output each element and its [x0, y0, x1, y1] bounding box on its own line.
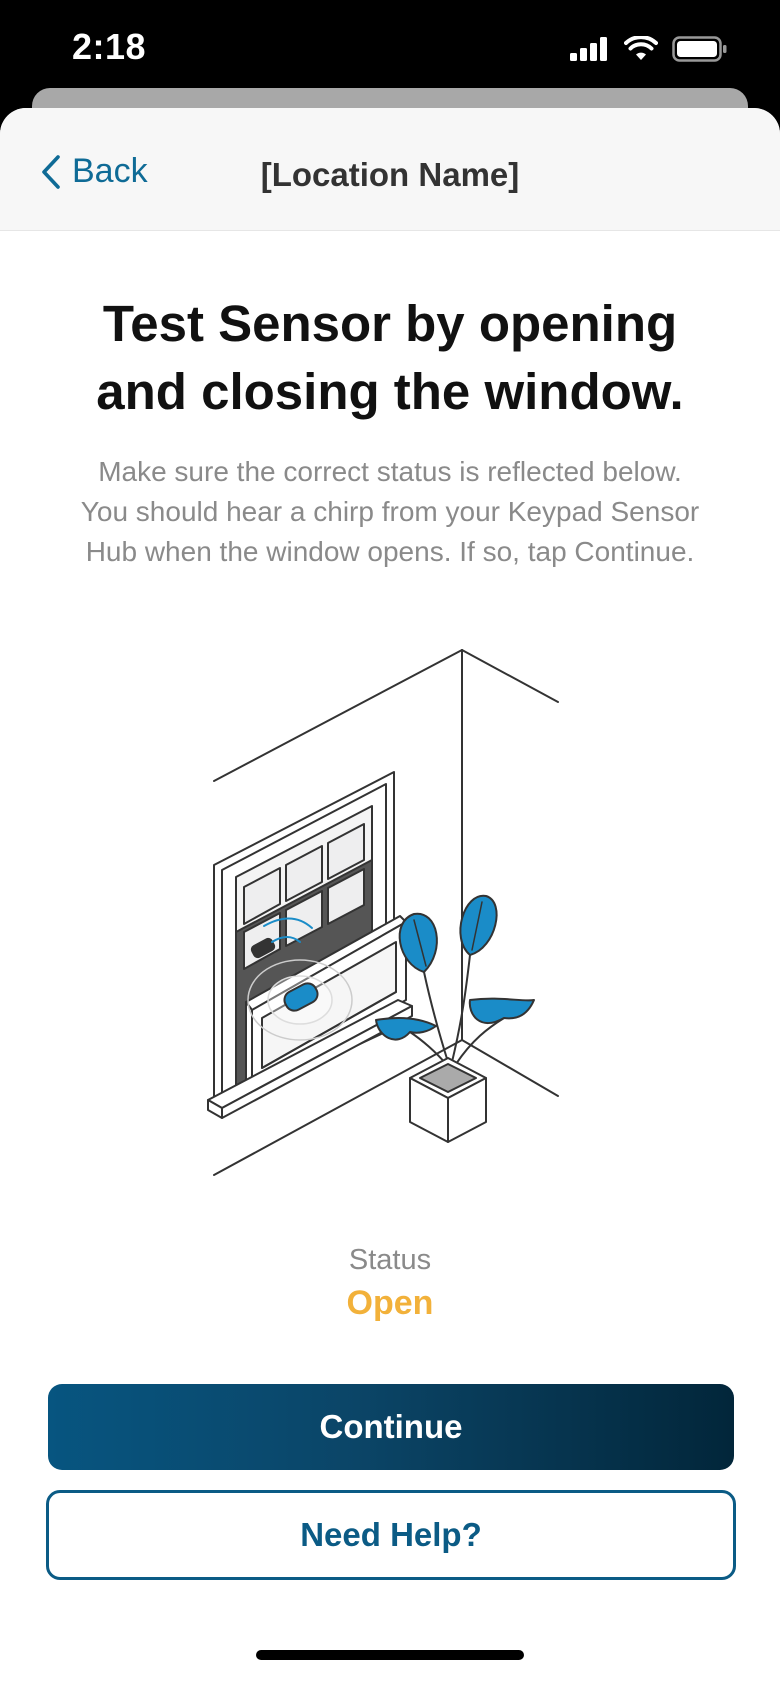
status-icons	[570, 36, 728, 62]
home-indicator	[256, 1650, 524, 1660]
window-illustration	[207, 771, 413, 1119]
battery-icon	[672, 36, 727, 62]
heading-line-1: Test Sensor by opening	[102, 295, 678, 352]
status-bar: 2:18	[0, 0, 780, 100]
navigation-bar: Back [Location Name]	[0, 108, 780, 231]
window-sensor-illustration	[207, 649, 559, 1176]
status-value: Open	[346, 1284, 434, 1322]
signal-icon	[570, 37, 607, 61]
wifi-icon	[624, 36, 658, 60]
instruction-description: Make sure the correct status is reflecte…	[36, 452, 744, 572]
description-line-1: Make sure the correct status is reflecte…	[98, 456, 682, 487]
description-line-2: You should hear a chirp from your Keypad…	[80, 496, 700, 527]
description-line-3: Hub when the window opens. If so, tap Co…	[85, 536, 695, 567]
modal-sheet: Back [Location Name] Test Sensor by open…	[0, 108, 780, 1688]
status-label: Status	[348, 1244, 432, 1276]
instruction-heading: Test Sensor by opening and closing the w…	[40, 290, 740, 426]
need-help-button[interactable]: Need Help?	[46, 1490, 736, 1580]
continue-button[interactable]: Continue	[48, 1384, 734, 1470]
status-time: 2:18	[72, 26, 147, 67]
page-title: [Location Name]	[260, 156, 520, 193]
potted-plant	[375, 894, 535, 1143]
heading-line-2: and closing the window.	[96, 363, 684, 420]
